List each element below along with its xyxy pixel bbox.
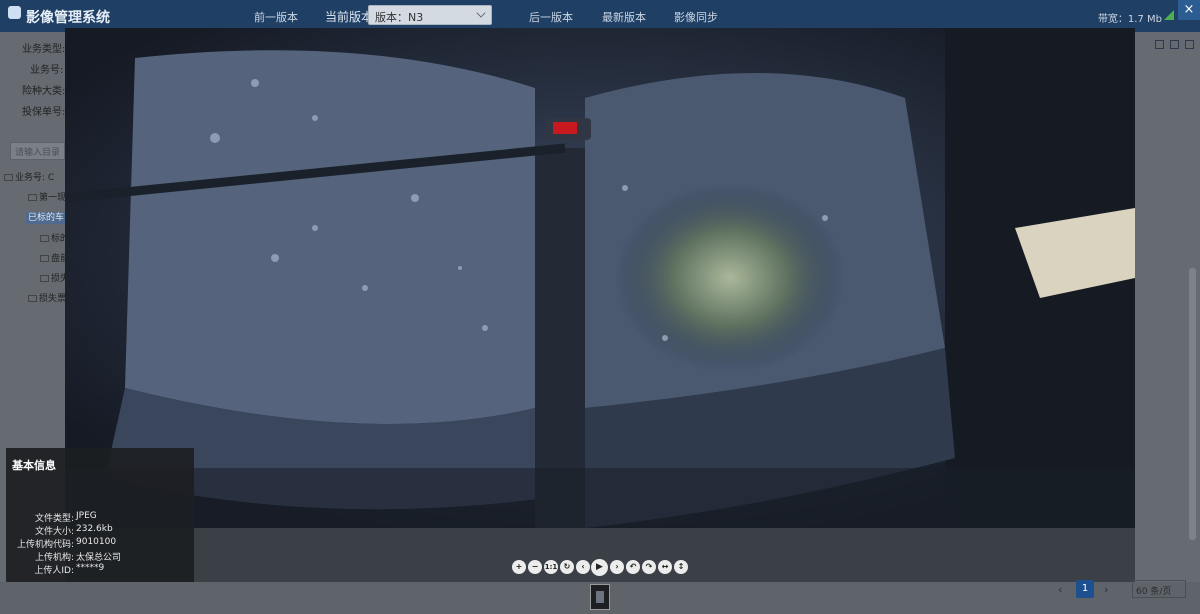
tree-item[interactable]: 损失票 bbox=[28, 291, 66, 304]
next-version-button[interactable]: 后一版本 bbox=[529, 9, 573, 25]
prev-version-button[interactable]: 前一版本 bbox=[254, 9, 298, 25]
field-policy-no: 投保单号: bbox=[22, 107, 66, 118]
folder-icon bbox=[4, 174, 13, 181]
detail-view-icon[interactable] bbox=[1185, 40, 1194, 49]
directory-search-input[interactable]: 请输入目录 bbox=[10, 142, 65, 160]
app-title: 影像管理系统 bbox=[26, 10, 110, 26]
prev-image-button[interactable]: ‹ bbox=[576, 560, 590, 574]
info-row: 上传机构: 太保总公司 bbox=[6, 550, 194, 563]
rotate-left-button[interactable]: ↶ bbox=[626, 560, 640, 574]
list-view-icon[interactable] bbox=[1170, 40, 1179, 49]
info-row: 上传机构代码: 9010100 bbox=[6, 537, 194, 550]
field-business-type: 业务类型: bbox=[22, 44, 66, 55]
field-business-no: 业务号: bbox=[30, 65, 64, 76]
info-value: *****9 bbox=[76, 563, 105, 573]
folder-icon bbox=[40, 255, 49, 262]
app-logo-icon bbox=[8, 6, 21, 19]
folder-icon bbox=[40, 235, 49, 242]
close-button[interactable]: × bbox=[1178, 0, 1200, 20]
version-select-value: 版本：N3 bbox=[375, 11, 424, 24]
tree-item-root[interactable]: 业务号: C bbox=[4, 170, 54, 183]
zoom-out-button[interactable]: − bbox=[528, 560, 542, 574]
pager-current-page[interactable]: 1 bbox=[1076, 580, 1094, 598]
zoom-in-button[interactable]: + bbox=[512, 560, 526, 574]
photo-image bbox=[65, 28, 1135, 528]
info-key: 上传机构: bbox=[34, 553, 74, 563]
thumbnail-image[interactable] bbox=[590, 584, 610, 610]
next-image-button[interactable]: › bbox=[610, 560, 624, 574]
tree-item[interactable]: 第一现 bbox=[28, 190, 66, 203]
tree-item-selected[interactable]: 已标的车 bbox=[26, 210, 67, 224]
rotate-right-button[interactable]: ↷ bbox=[642, 560, 656, 574]
latest-version-button[interactable]: 最新版本 bbox=[602, 9, 646, 25]
info-key: 文件大小: bbox=[34, 527, 74, 537]
folder-icon bbox=[40, 275, 49, 282]
current-version-label: 当前版本 bbox=[325, 10, 374, 24]
info-value: 9010100 bbox=[76, 537, 117, 547]
pager-next-button[interactable]: › bbox=[1104, 583, 1108, 596]
image-sync-button[interactable]: 影像同步 bbox=[674, 9, 718, 25]
chevron-down-icon bbox=[476, 8, 486, 18]
bandwidth-indicator: 带宽：1.7 Mb bbox=[1097, 14, 1162, 25]
signal-icon bbox=[1164, 10, 1174, 20]
info-key: 上传人ID: bbox=[34, 566, 74, 576]
flip-vertical-button[interactable]: ↕ bbox=[674, 560, 688, 574]
reset-button[interactable]: ↻ bbox=[560, 560, 574, 574]
info-title: 基本信息 bbox=[12, 459, 56, 472]
info-row: 文件大小: 232.6kb bbox=[6, 524, 194, 537]
info-value: JPEG bbox=[76, 511, 97, 521]
info-value: 太保总公司 bbox=[76, 553, 122, 563]
scrollbar[interactable] bbox=[1189, 268, 1196, 540]
version-select[interactable]: 版本：N3 bbox=[368, 5, 492, 25]
actual-size-button[interactable]: 1:1 bbox=[544, 560, 558, 574]
info-key: 文件类型: bbox=[34, 514, 74, 524]
pager-prev-button[interactable]: ‹ bbox=[1058, 583, 1062, 596]
page-size-select[interactable]: 60 条/页 bbox=[1132, 580, 1186, 598]
info-row: 文件类型: JPEG bbox=[6, 511, 194, 524]
field-insurance-category: 险种大类: bbox=[22, 86, 66, 97]
info-key: 上传机构代码: bbox=[16, 540, 74, 550]
play-button[interactable]: ▶ bbox=[591, 559, 608, 576]
info-value: 232.6kb bbox=[76, 524, 113, 534]
grid-view-icon[interactable] bbox=[1155, 40, 1164, 49]
folder-icon bbox=[28, 295, 37, 302]
folder-icon bbox=[28, 194, 37, 201]
info-row: 上传人ID: *****9 bbox=[6, 563, 194, 576]
flip-horizontal-button[interactable]: ↔ bbox=[658, 560, 672, 574]
car-seat-photo[interactable] bbox=[65, 28, 1135, 528]
